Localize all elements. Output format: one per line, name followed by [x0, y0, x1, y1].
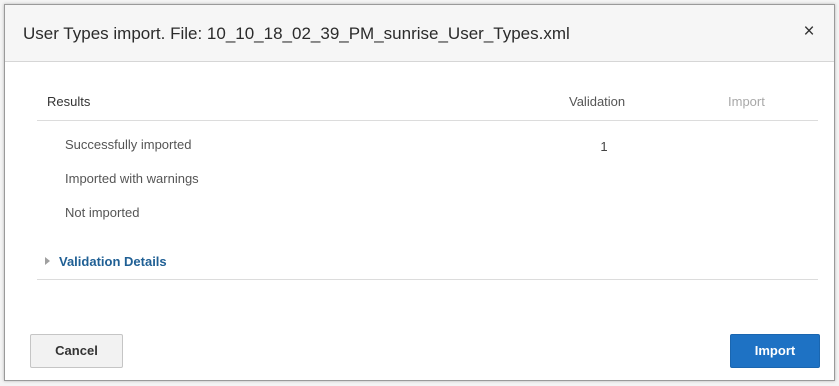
- details-divider: [37, 279, 818, 280]
- results-panel: Results Validation Import Successfully i…: [37, 83, 818, 283]
- import-dialog: User Types import. File: 10_10_18_02_39_…: [4, 4, 835, 381]
- dialog-title: User Types import. File: 10_10_18_02_39_…: [23, 24, 570, 43]
- results-column-header: Results: [47, 94, 91, 109]
- row-successfully-imported-label: Successfully imported: [65, 137, 192, 152]
- import-column-header: Import: [728, 94, 765, 109]
- validation-column-header: Validation: [569, 94, 626, 109]
- validation-details-toggle[interactable]: Validation Details: [45, 253, 167, 271]
- dialog-header: User Types import. File: 10_10_18_02_39_…: [5, 5, 834, 62]
- page-backdrop: User Types import. File: 10_10_18_02_39_…: [0, 0, 839, 386]
- row-successfully-imported-validation: 1: [600, 139, 608, 154]
- validation-details-label: Validation Details: [59, 254, 167, 269]
- row-not-imported-label: Not imported: [65, 205, 140, 220]
- disclosure-triangle-icon: [45, 257, 50, 265]
- close-icon[interactable]: ×: [798, 21, 820, 43]
- import-button[interactable]: Import: [730, 334, 820, 368]
- cancel-button[interactable]: Cancel: [30, 334, 123, 368]
- row-imported-with-warnings-label: Imported with warnings: [65, 171, 199, 186]
- header-divider: [37, 120, 818, 121]
